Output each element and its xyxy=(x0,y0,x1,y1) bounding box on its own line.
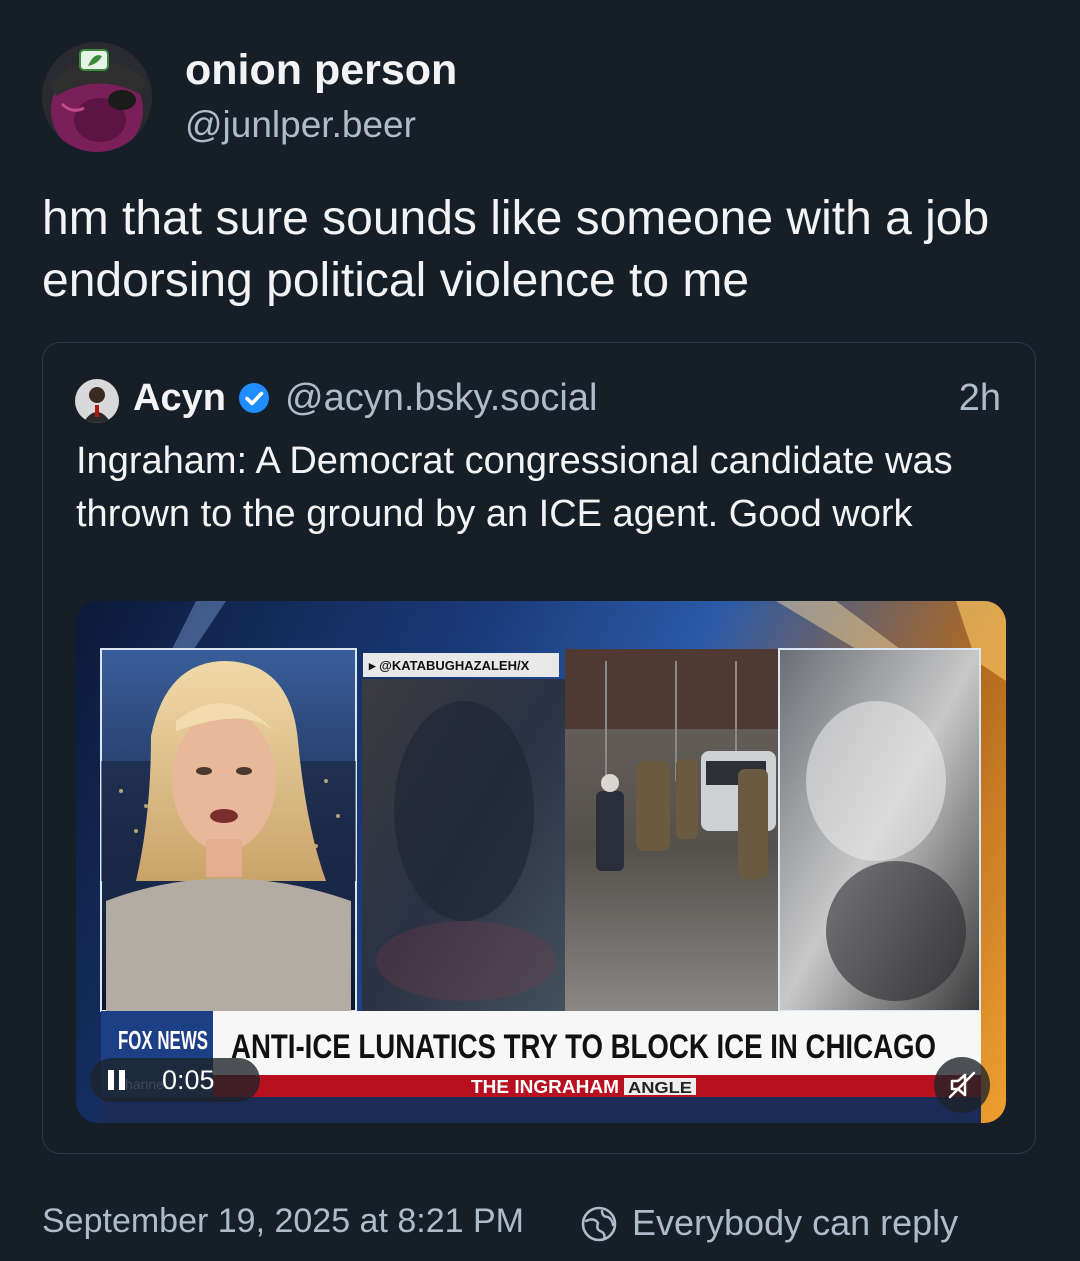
speaker-muted-icon[interactable] xyxy=(934,1057,990,1113)
video-chyron: ANTI-ICE LUNATICS TRY TO BLOCK ICE IN CH… xyxy=(231,1028,936,1066)
post-text: hm that sure sounds like someone with a … xyxy=(42,192,990,307)
author-avatar[interactable] xyxy=(42,42,152,152)
play-pause-control[interactable]: 0:05 xyxy=(90,1058,260,1102)
quoted-author-avatar[interactable] xyxy=(75,379,119,423)
pause-icon[interactable] xyxy=(106,1068,128,1092)
reply-setting-icon xyxy=(580,1205,618,1243)
show-name-primary: THE INGRAHAM xyxy=(471,1077,619,1097)
verified-check-icon xyxy=(237,381,271,415)
quoted-author-handle[interactable]: @acyn.bsky.social xyxy=(285,377,597,420)
show-name-secondary: ANGLE xyxy=(628,1080,692,1097)
post-timestamp[interactable]: September 19, 2025 at 8:21 PM xyxy=(42,1202,524,1241)
video-player[interactable]: ▸ @KATABUGHAZALEH/X FOX NEWS ANTI-ICE LU… xyxy=(76,601,1006,1123)
video-frame: ▸ @KATABUGHAZALEH/X FOX NEWS ANTI-ICE LU… xyxy=(100,601,1006,1123)
video-credit-tag: ▸ @KATABUGHAZALEH/X xyxy=(368,658,530,673)
fox-news-logo: FOX NEWS xyxy=(118,1025,208,1055)
mute-toggle-button[interactable] xyxy=(934,1057,990,1113)
author-handle[interactable]: @junlper.beer xyxy=(185,104,416,146)
video-elapsed-time: 0:05 xyxy=(162,1065,215,1095)
quoted-post-text: Ingraham: A Democrat congressional candi… xyxy=(76,440,953,535)
reply-setting-label[interactable]: Everybody can reply xyxy=(632,1202,958,1244)
quoted-author-name[interactable]: Acyn xyxy=(133,377,226,420)
quoted-post-card[interactable]: Acyn @acyn.bsky.social 2h Ingraham: A De… xyxy=(42,342,1036,1154)
author-display-name[interactable]: onion person xyxy=(185,46,457,95)
quoted-post-age: 2h xyxy=(958,377,1001,419)
